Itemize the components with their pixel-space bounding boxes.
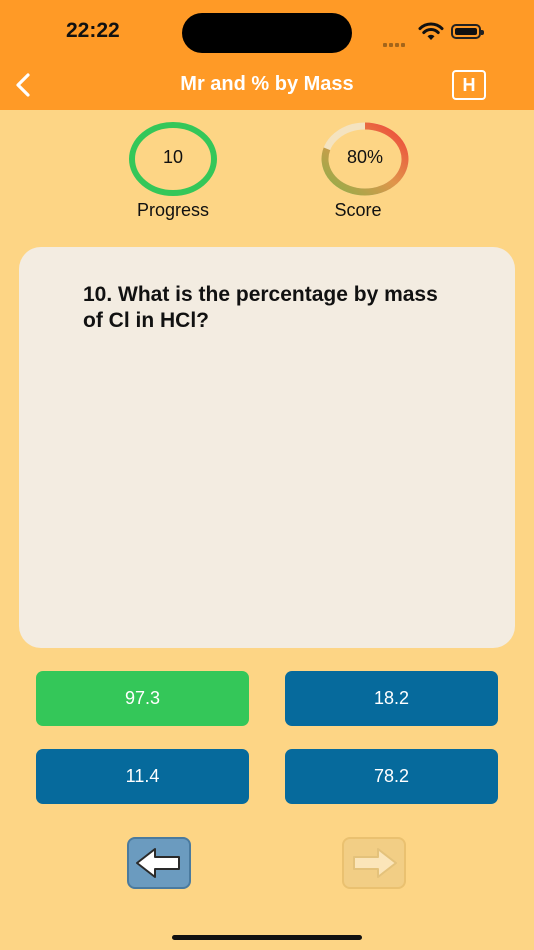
home-indicator (172, 935, 362, 940)
score-label: Score (334, 200, 382, 220)
answer-button-4[interactable]: 78.2 (285, 749, 498, 804)
right-arrow-icon (353, 848, 397, 878)
question-text: 10. What is the percentage by mass of Cl… (83, 283, 438, 332)
battery-icon (451, 24, 484, 39)
previous-question-button[interactable] (127, 837, 191, 889)
left-arrow-icon (136, 848, 180, 878)
answer-button-1[interactable]: 97.3 (36, 671, 249, 726)
navigation-bar: Mr and % by Mass H (0, 62, 534, 110)
answer-button-2[interactable]: 18.2 (285, 671, 498, 726)
wifi-icon (418, 22, 444, 40)
question-card: 10. What is the percentage by mass of Cl… (19, 247, 515, 648)
status-time: 22:22 (66, 19, 120, 42)
status-bar: 22:22 (0, 0, 534, 62)
progress-ring: 10 (128, 121, 218, 199)
hint-button[interactable]: H (452, 70, 486, 100)
progress-label: Progress (136, 200, 210, 220)
dynamic-island (182, 13, 352, 53)
score-value: 80% (346, 147, 384, 167)
score-ring: 80% (320, 121, 410, 199)
next-question-button[interactable] (342, 837, 406, 889)
answer-button-3[interactable]: 11.4 (36, 749, 249, 804)
cellular-signal-icon (383, 34, 407, 52)
progress-value: 10 (162, 147, 184, 167)
